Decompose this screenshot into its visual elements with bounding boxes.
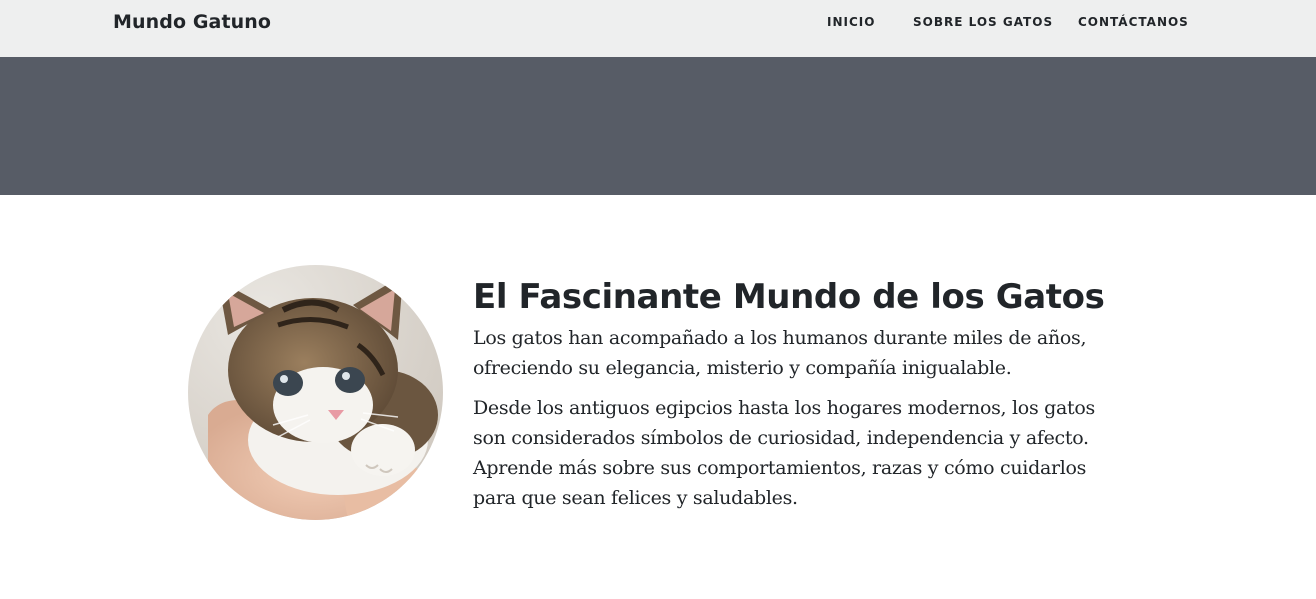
kitten-photo (188, 265, 443, 520)
masthead-banner (0, 57, 1316, 195)
nav-links: INICIO SOBRE LOS GATOS CONTÁCTANOS (0, 15, 1316, 31)
nav-link-sobre-los-gatos[interactable]: SOBRE LOS GATOS (913, 15, 1053, 29)
about-section: El Fascinante Mundo de los Gatos Los gat… (0, 195, 1316, 599)
navbar: Mundo Gatuno INICIO SOBRE LOS GATOS CONT… (0, 0, 1316, 57)
intro-paragraph-2: Desde los antiguos egipcios hasta los ho… (473, 397, 1095, 509)
nav-link-contactanos[interactable]: CONTÁCTANOS (1078, 15, 1189, 29)
kitten-illustration (188, 265, 443, 520)
intro-paragraph-1: Los gatos han acompañado a los humanos d… (473, 327, 1087, 379)
section-title: El Fascinante Mundo de los Gatos (473, 277, 1105, 317)
intro-text: El Fascinante Mundo de los Gatos Los gat… (473, 275, 1113, 513)
nav-link-inicio[interactable]: INICIO (827, 15, 875, 29)
